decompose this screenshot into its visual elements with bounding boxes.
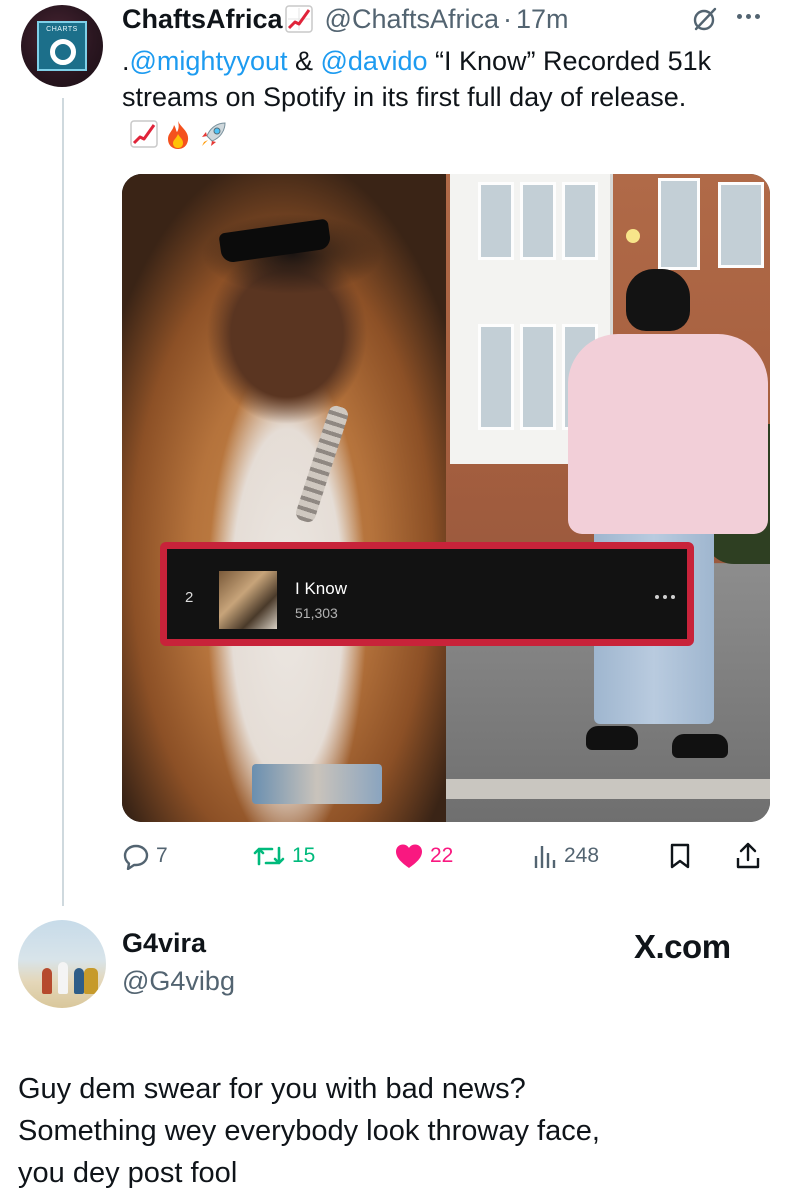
bookmark-icon <box>670 843 690 869</box>
display-name[interactable]: ChaftsAfrica <box>122 4 283 35</box>
mention-mightyyout[interactable]: @mightyyout <box>130 46 288 76</box>
track-stream-count: 51,303 <box>295 605 338 621</box>
tweet2-line: Guy dem swear for you with bad news? <box>18 1073 526 1105</box>
avatar-logo-label: CHARTS <box>46 26 78 33</box>
chart-increasing-icon <box>130 120 158 148</box>
bookmark-button[interactable] <box>668 838 692 874</box>
reply-icon <box>123 844 149 870</box>
tweet1-action-bar: 7 15 22 248 <box>122 838 772 874</box>
view-count: 248 <box>564 844 600 867</box>
chart-increasing-icon <box>284 5 313 33</box>
tweet2-line: you dey post fool <box>18 1157 238 1189</box>
track-title: I Know <box>295 579 347 598</box>
separator-dot: · <box>503 3 513 34</box>
tweet1-header: ChaftsAfrica @ChaftsAfrica · 17m <box>122 2 569 36</box>
tweet1-text: .@mightyyout & @davido “I Know” Recorded… <box>122 43 772 151</box>
more-options-icon[interactable] <box>737 14 760 19</box>
repost-button[interactable]: 15 <box>252 838 315 874</box>
chaftsafrica-avatar[interactable]: CHARTS <box>21 5 103 87</box>
timestamp[interactable]: 17m <box>516 4 569 35</box>
emoji-row <box>130 120 228 150</box>
grok-icon[interactable] <box>692 6 718 32</box>
user-handle[interactable]: @G4vibg <box>122 966 235 997</box>
track-more-icon <box>655 595 675 599</box>
charts-logo: CHARTS <box>37 21 87 71</box>
tweet2-line: Something wey everybody look throway fac… <box>18 1115 600 1147</box>
track-cover-art <box>219 571 277 629</box>
display-name[interactable]: G4vira <box>122 928 206 959</box>
rocket-icon <box>202 122 226 146</box>
tweet2-text: Guy dem swear for you with bad news? Som… <box>18 1068 778 1194</box>
spotify-track-row: 2 I Know 51,303 <box>160 542 694 646</box>
photo-right-artist <box>446 174 770 822</box>
share-button[interactable] <box>734 838 762 874</box>
track-rank: 2 <box>185 589 194 606</box>
user-handle[interactable]: @ChaftsAfrica <box>325 4 499 35</box>
like-button[interactable]: 22 <box>394 838 453 874</box>
heart-icon <box>396 844 422 868</box>
thread-connector-line <box>62 98 64 906</box>
reply-count: 7 <box>156 844 168 867</box>
mention-davido[interactable]: @davido <box>321 46 428 76</box>
like-count: 22 <box>430 844 454 867</box>
share-icon <box>736 842 760 869</box>
repost-icon <box>253 846 285 866</box>
reply-button[interactable]: 7 <box>122 838 168 874</box>
g4vira-avatar[interactable] <box>18 920 106 1008</box>
repost-count: 15 <box>292 844 316 867</box>
views-icon <box>534 846 556 868</box>
fire-icon <box>168 120 189 149</box>
tweet-media-image[interactable]: 2 I Know 51,303 <box>122 174 770 822</box>
views-button[interactable]: 248 <box>532 838 599 874</box>
photo-left-artist <box>122 174 446 822</box>
x-com-watermark: X.com <box>634 928 731 965</box>
